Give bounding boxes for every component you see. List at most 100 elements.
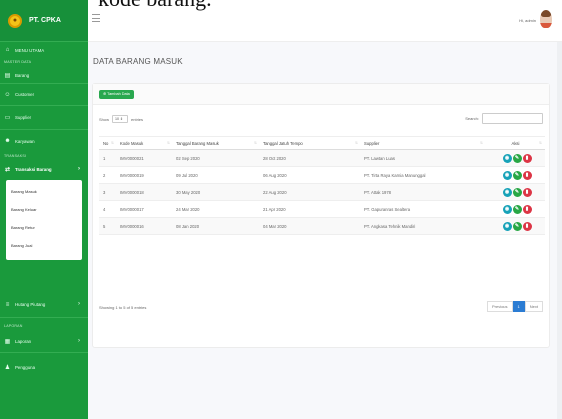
sidebar-item-label: Customer — [15, 92, 35, 97]
cell-kode-masuk: IMV0000016 — [117, 217, 173, 235]
cell-no: 1 — [99, 149, 117, 167]
data-card: ⊕ Tambah Data Show 10 ⇕ entries Search: … — [92, 83, 550, 348]
caption-fragment: kode barang. — [98, 0, 212, 12]
sidebar-item-supplier[interactable]: ▭ Supplier — [0, 106, 88, 130]
sidebar-item-menu-utama[interactable]: ⌂ MENU UTAMA — [0, 42, 88, 58]
pagination-previous[interactable]: Previous — [486, 301, 513, 312]
cell-tanggal-masuk: 08 Jan 2020 — [173, 217, 260, 235]
eye-icon: ◉ — [504, 171, 510, 178]
cell-supplier: PT. Gapuranras Sealtera — [361, 200, 486, 218]
edit-button[interactable]: ✎ — [512, 221, 522, 231]
sidebar-item-pengguna[interactable]: ♟ Pengguna — [0, 359, 88, 376]
cell-aksi: ◉ ✎ ▮ — [486, 149, 545, 167]
page-title: DATA BARANG MASUK — [93, 57, 183, 66]
search-input[interactable] — [482, 113, 543, 124]
sidebar-item-barang[interactable]: ▤ Barang — [0, 67, 88, 84]
scrollbar[interactable] — [557, 42, 562, 419]
pagination-page-1[interactable]: 1 — [512, 301, 525, 312]
sidebar-item-laporan[interactable]: ▦ Laporan › — [0, 331, 88, 353]
eye-icon: ◉ — [504, 188, 510, 195]
action-group: ◉ ✎ ▮ — [489, 153, 545, 163]
column-header-label: Kode Masuk — [120, 140, 144, 146]
edit-button[interactable]: ✎ — [512, 187, 522, 197]
cell-tanggal-masuk: 24 Mar 2020 — [173, 200, 260, 218]
edit-button[interactable]: ✎ — [512, 204, 522, 214]
submenu-item-barang-jual[interactable]: Barang Jual — [6, 237, 82, 255]
entries-select[interactable]: 10 ⇕ — [112, 115, 129, 123]
delete-button[interactable]: ▮ — [522, 170, 532, 180]
cell-tanggal-masuk: 02 Sep 2020 — [173, 149, 260, 167]
truck-icon: ▭ — [4, 115, 11, 121]
pencil-icon: ✎ — [514, 171, 520, 178]
trash-icon: ▮ — [525, 171, 529, 178]
delete-button[interactable]: ▮ — [522, 204, 532, 214]
cell-tanggal-tempo: 22 Aug 2020 — [260, 183, 361, 201]
sidebar-heading-transaksi: TRANSAKSI — [4, 154, 27, 158]
column-header-supplier[interactable]: Supplier ⇅ — [361, 136, 486, 150]
submenu-item-barang-keluar[interactable]: Barang Keluar — [6, 201, 82, 219]
pagination: Previous 1 Next — [486, 301, 543, 312]
sidebar-item-hutang-piutang[interactable]: ≡ Hutang Piutang › — [0, 292, 88, 318]
submenu-transaksi: Barang Masuk Barang Keluar Barang Retur … — [6, 180, 82, 260]
cell-tanggal-tempo: 28 Oct 2020 — [260, 149, 361, 167]
view-button[interactable]: ◉ — [502, 153, 512, 163]
sort-icon: ⇅ — [538, 141, 542, 145]
view-button[interactable]: ◉ — [502, 221, 512, 231]
trash-icon: ▮ — [525, 222, 529, 229]
edit-button[interactable]: ✎ — [512, 153, 522, 163]
view-button[interactable]: ◉ — [502, 187, 512, 197]
delete-button[interactable]: ▮ — [522, 221, 532, 231]
sidebar-item-karyawan[interactable]: ☻ Karyawan — [0, 130, 88, 152]
trash-icon: ▮ — [525, 205, 529, 212]
cell-no: 2 — [99, 166, 117, 184]
sort-icon: ⇅ — [110, 141, 114, 145]
brand[interactable]: ● PT. CPKA — [0, 0, 88, 42]
chevron-right-icon: › — [78, 301, 80, 307]
chevron-down-icon: › — [78, 166, 80, 172]
cell-supplier: PT. Tirta Raya Karnia Manunggal — [361, 166, 486, 184]
admin-name[interactable]: Hi, admin — [519, 18, 536, 23]
add-data-button[interactable]: ⊕ Tambah Data — [99, 90, 134, 99]
sidebar-item-transaksi-barang[interactable]: ⇄ Transaksi Barang › — [0, 161, 88, 178]
view-button[interactable]: ◉ — [502, 204, 512, 214]
sidebar-item-label: Barang — [15, 72, 30, 78]
search-wrap: Search: — [465, 113, 543, 124]
avatar[interactable] — [540, 10, 552, 28]
cell-no: 4 — [99, 200, 117, 218]
box-icon: ▤ — [4, 72, 11, 79]
table-info: Showing 1 to 5 of 5 entries — [99, 305, 147, 310]
pencil-icon: ✎ — [514, 154, 520, 161]
action-group: ◉ ✎ ▮ — [489, 187, 545, 197]
user-icon: ♟ — [4, 365, 11, 371]
pencil-icon: ✎ — [514, 222, 520, 229]
view-button[interactable]: ◉ — [502, 170, 512, 180]
sidebar: ● PT. CPKA ⌂ MENU UTAMA MASTER DATA ▤ Ba… — [0, 0, 88, 419]
column-header-tanggal-masuk[interactable]: Tanggal Barang Masuk ⇅ — [173, 136, 260, 150]
cell-supplier: PT. Angkasa Tehnik Mandiri — [361, 217, 486, 235]
sort-icon: ⇅ — [166, 141, 170, 145]
submenu-item-barang-masuk[interactable]: Barang Masuk — [6, 183, 82, 201]
report-icon: ▦ — [4, 339, 11, 345]
column-header-tanggal-tempo[interactable]: Tanggal Jatuh Tempo ⇅ — [260, 136, 361, 150]
chevron-right-icon: › — [78, 338, 80, 344]
pagination-next[interactable]: Next — [524, 301, 543, 312]
menu-toggle-icon[interactable] — [92, 14, 100, 22]
column-header-aksi[interactable]: Aksi ⇅ — [486, 136, 545, 150]
eye-icon: ◉ — [504, 222, 510, 229]
entries-label: entries — [131, 116, 144, 122]
trash-icon: ▮ — [525, 154, 529, 161]
delete-button[interactable]: ▮ — [522, 187, 532, 197]
column-header-no[interactable]: No ⇅ — [99, 136, 117, 150]
edit-button[interactable]: ✎ — [512, 170, 522, 180]
table-header-row: No ⇅ Kode Masuk ⇅ Tanggal Barang Masuk ⇅ Ta… — [99, 136, 545, 150]
column-header-kode-masuk[interactable]: Kode Masuk ⇅ — [117, 136, 173, 150]
trash-icon: ▮ — [525, 188, 529, 195]
column-header-label: Aksi — [511, 140, 520, 146]
delete-button[interactable]: ▮ — [522, 153, 532, 163]
sort-icon: ⇅ — [354, 141, 358, 145]
show-label: Show — [99, 116, 110, 122]
submenu-item-barang-retur[interactable]: Barang Retur — [6, 219, 82, 237]
pencil-icon: ✎ — [514, 205, 520, 212]
pencil-icon: ✎ — [514, 188, 520, 195]
sidebar-item-customer[interactable]: ☺ Customer — [0, 84, 88, 106]
